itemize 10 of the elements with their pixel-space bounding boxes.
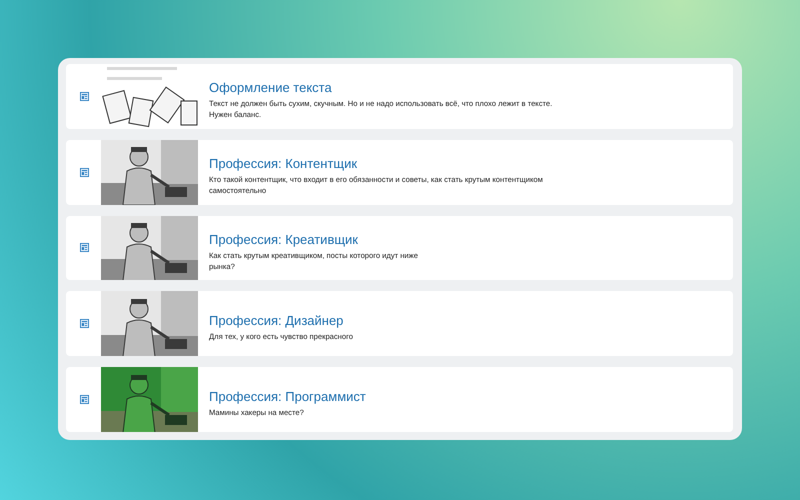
document-icon (80, 395, 89, 404)
document-icon (80, 92, 89, 101)
article-title[interactable]: Оформление текста (209, 80, 569, 96)
document-icon (80, 243, 89, 252)
document-icon (80, 168, 89, 177)
article-title[interactable]: Профессия: Контентщик (209, 156, 569, 172)
document-icon (80, 319, 89, 328)
article-title[interactable]: Профессия: Программист (209, 389, 434, 404)
article-title[interactable]: Профессия: Креативщик (209, 232, 434, 247)
article-title[interactable]: Профессия: Дизайнер (209, 313, 434, 328)
